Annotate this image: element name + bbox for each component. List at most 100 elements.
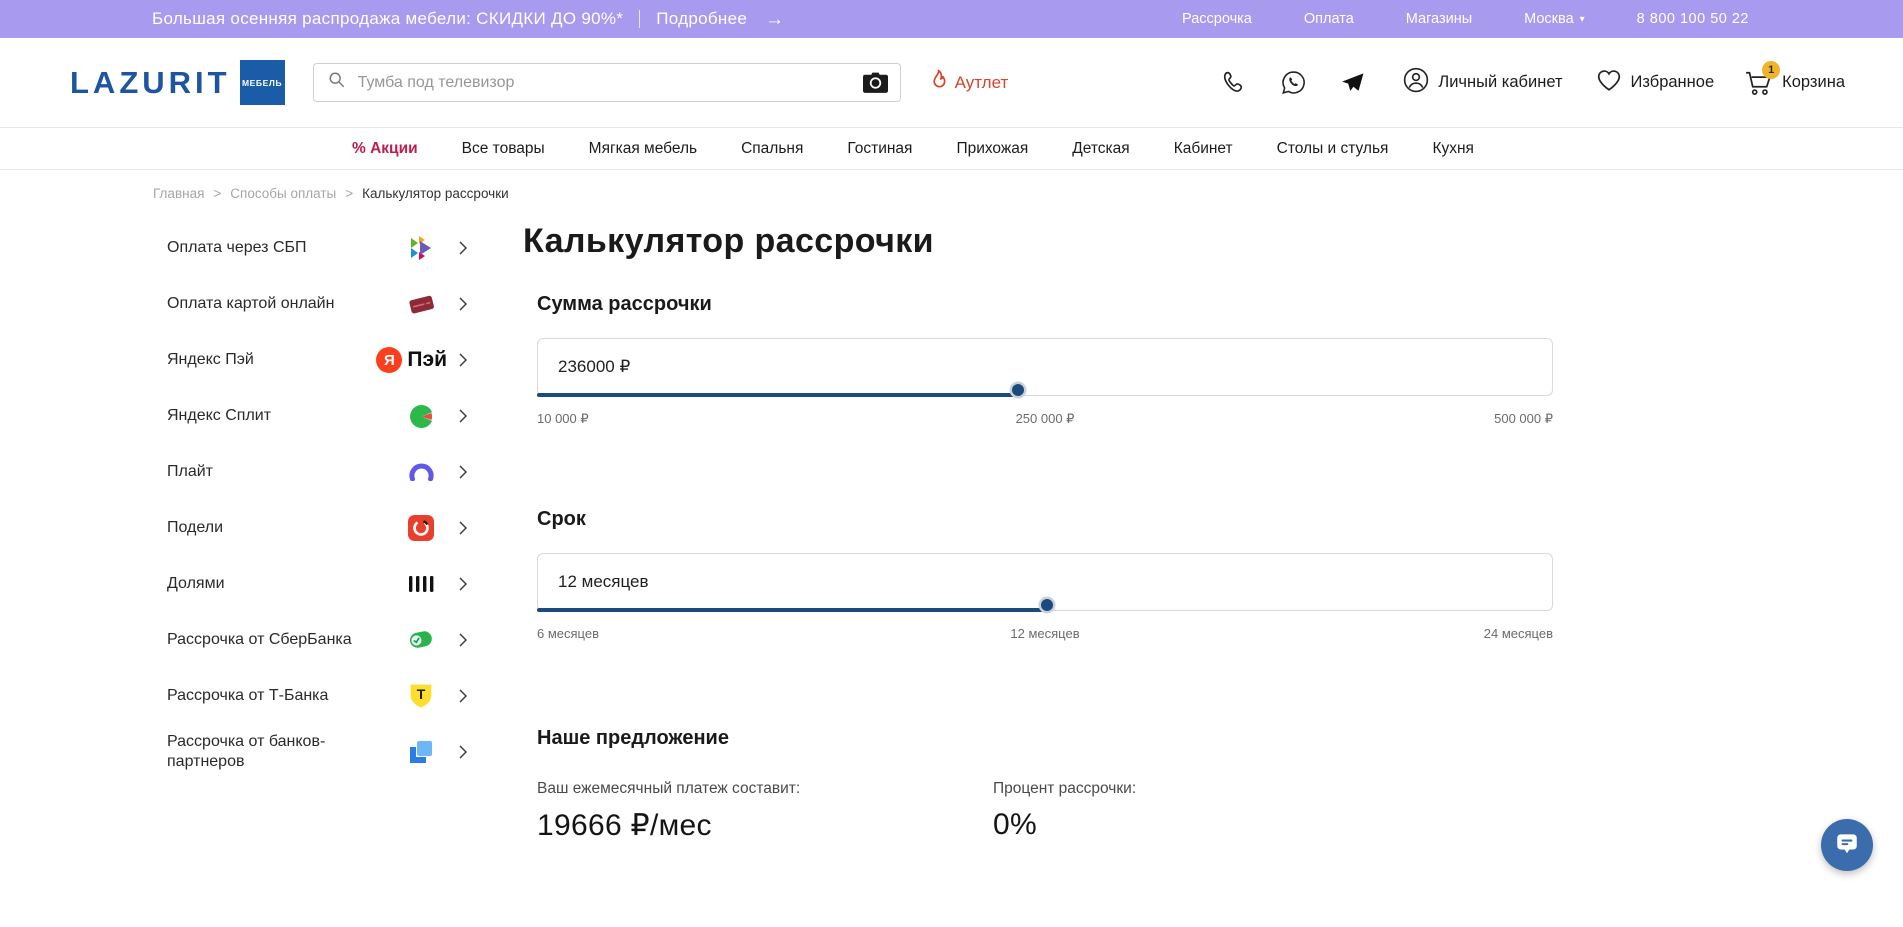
term-section: Срок 6 месяцев 12 месяцев 24 месяцев bbox=[537, 508, 1553, 642]
nav-item-office[interactable]: Кабинет bbox=[1174, 140, 1233, 158]
favorites-label: Избранное bbox=[1631, 73, 1715, 92]
header: LAZURIT МЕБЕЛЬ Аутлет bbox=[0, 38, 1903, 127]
nav-item-bedroom[interactable]: Спальня bbox=[741, 140, 803, 158]
favorites-link[interactable]: Избранное bbox=[1596, 68, 1715, 97]
chevron-right-icon bbox=[447, 633, 467, 647]
sberbank-icon bbox=[395, 628, 447, 652]
nav-item-soft-furniture[interactable]: Мягкая мебель bbox=[589, 140, 697, 158]
promo-banner: Большая осенняя распродажа мебели: СКИДК… bbox=[0, 0, 1903, 38]
outlet-link[interactable]: Аутлет bbox=[929, 69, 1009, 97]
banner-link-payment[interactable]: Оплата bbox=[1304, 11, 1354, 27]
account-link[interactable]: Личный кабинет bbox=[1403, 67, 1562, 98]
breadcrumb-separator: > bbox=[213, 186, 221, 201]
chevron-right-icon bbox=[447, 745, 467, 759]
partner-banks-icon bbox=[395, 740, 447, 764]
nav-item-kitchen[interactable]: Кухня bbox=[1432, 140, 1473, 158]
nav-item-promos[interactable]: % Акции bbox=[352, 140, 418, 158]
camera-search-icon[interactable] bbox=[863, 72, 888, 93]
sbp-icon bbox=[395, 235, 447, 261]
term-scale-mid: 12 месяцев bbox=[1010, 626, 1079, 641]
term-heading: Срок bbox=[537, 508, 1553, 531]
amount-scale: 10 000 ₽ 250 000 ₽ 500 000 ₽ bbox=[537, 411, 1553, 427]
cart-count-badge: 1 bbox=[1762, 61, 1780, 79]
term-slider-fill bbox=[537, 608, 1047, 612]
category-nav: % Акции Все товары Мягкая мебель Спальня… bbox=[0, 127, 1903, 170]
term-slider[interactable] bbox=[537, 608, 1553, 612]
search-icon bbox=[328, 71, 346, 94]
chevron-right-icon bbox=[447, 577, 467, 591]
nav-item-kids[interactable]: Детская bbox=[1072, 140, 1129, 158]
chevron-right-icon bbox=[447, 241, 467, 255]
yandex-pay-icon: Я Пэй bbox=[376, 347, 447, 373]
term-scale: 6 месяцев 12 месяцев 24 месяцев bbox=[537, 626, 1553, 642]
flame-icon bbox=[929, 69, 948, 97]
logo[interactable]: LAZURIT МЕБЕЛЬ bbox=[70, 60, 285, 105]
sidebar-item-t-bank[interactable]: Рассрочка от Т-Банка Т bbox=[167, 668, 467, 724]
amount-scale-min: 10 000 ₽ bbox=[537, 411, 589, 427]
monthly-payment-block: Ваш ежемесячный платеж составит: 19666 ₽… bbox=[537, 780, 993, 843]
cart-link[interactable]: 1 Корзина bbox=[1745, 70, 1845, 96]
sidebar-item-podeli[interactable]: Подели bbox=[167, 500, 467, 556]
sidebar-item-plait[interactable]: Плайт bbox=[167, 444, 467, 500]
banner-link-installment[interactable]: Рассрочка bbox=[1182, 11, 1252, 27]
breadcrumb-payment-methods[interactable]: Способы оплаты bbox=[230, 186, 336, 201]
sidebar-item-sberbank[interactable]: Рассрочка от СберБанка bbox=[167, 612, 467, 668]
t-bank-icon: Т bbox=[395, 683, 447, 709]
breadcrumb-separator: > bbox=[345, 186, 353, 201]
amount-scale-max: 500 000 ₽ bbox=[1494, 411, 1553, 427]
city-selector[interactable]: Москва ▾ bbox=[1524, 11, 1585, 27]
phone-icon[interactable] bbox=[1222, 70, 1247, 95]
chevron-right-icon bbox=[447, 409, 467, 423]
banner-link-stores[interactable]: Магазины bbox=[1406, 11, 1472, 27]
outlet-label: Аутлет bbox=[955, 73, 1009, 93]
amount-slider-handle[interactable] bbox=[1012, 384, 1024, 396]
cart-label: Корзина bbox=[1782, 73, 1845, 92]
chevron-right-icon bbox=[447, 521, 467, 535]
nav-item-hallway[interactable]: Прихожая bbox=[956, 140, 1028, 158]
amount-heading: Сумма рассрочки bbox=[537, 293, 1553, 316]
promo-more-link[interactable]: Подробнее → bbox=[656, 9, 784, 29]
sidebar-item-yandex-split[interactable]: Яндекс Сплит bbox=[167, 388, 467, 444]
heart-icon bbox=[1596, 68, 1622, 97]
yandex-split-icon bbox=[395, 404, 447, 429]
amount-input[interactable] bbox=[537, 338, 1553, 396]
amount-slider-fill bbox=[537, 393, 1018, 397]
nav-item-tables-chairs[interactable]: Столы и стулья bbox=[1277, 140, 1389, 158]
banner-phone-number[interactable]: 8 800 100 50 22 bbox=[1637, 11, 1749, 27]
chat-bubble-icon bbox=[1834, 830, 1860, 861]
sidebar-item-dolyame[interactable]: Долями bbox=[167, 556, 467, 612]
page-title: Калькулятор рассрочки bbox=[523, 222, 1553, 261]
chevron-right-icon bbox=[447, 297, 467, 311]
amount-slider[interactable] bbox=[537, 393, 1553, 397]
nav-item-living-room[interactable]: Гостиная bbox=[847, 140, 912, 158]
sidebar-item-sbp[interactable]: Оплата через СБП bbox=[167, 220, 467, 276]
whatsapp-icon[interactable] bbox=[1281, 70, 1306, 95]
amount-scale-mid: 250 000 ₽ bbox=[1016, 411, 1075, 427]
nav-item-all-products[interactable]: Все товары bbox=[462, 140, 545, 158]
term-slider-handle[interactable] bbox=[1041, 599, 1053, 611]
page: Большая осенняя распродажа мебели: СКИДК… bbox=[0, 0, 1903, 927]
payment-methods-sidebar: Оплата через СБП Оплата картой онлайн Ян… bbox=[167, 220, 467, 780]
chevron-right-icon bbox=[447, 465, 467, 479]
telegram-icon[interactable] bbox=[1340, 70, 1365, 95]
offer-heading: Наше предложение bbox=[537, 727, 1553, 750]
plait-icon bbox=[395, 463, 447, 481]
sidebar-item-partner-banks[interactable]: Рассрочка от банков-партнеров bbox=[167, 724, 467, 780]
offer-section: Наше предложение Ваш ежемесячный платеж … bbox=[537, 727, 1553, 843]
installment-percent-value: 0% bbox=[993, 808, 1449, 842]
logo-text: LAZURIT bbox=[70, 65, 231, 101]
monthly-payment-label: Ваш ежемесячный платеж составит: bbox=[537, 780, 993, 798]
search-bar bbox=[313, 63, 901, 102]
installment-percent-label: Процент рассрочки: bbox=[993, 780, 1449, 798]
sidebar-item-card-online[interactable]: Оплата картой онлайн bbox=[167, 276, 467, 332]
installment-percent-block: Процент рассрочки: 0% bbox=[993, 780, 1449, 843]
chevron-right-icon bbox=[447, 353, 467, 367]
breadcrumb-home[interactable]: Главная bbox=[153, 186, 204, 201]
search-input[interactable] bbox=[356, 73, 853, 93]
sidebar-item-yandex-pay[interactable]: Яндекс Пэй Я Пэй bbox=[167, 332, 467, 388]
logo-badge: МЕБЕЛЬ bbox=[240, 60, 285, 105]
promo-divider bbox=[639, 10, 640, 28]
cart-icon: 1 bbox=[1745, 70, 1773, 96]
chat-button[interactable] bbox=[1821, 819, 1873, 871]
contact-icons bbox=[1222, 70, 1365, 95]
